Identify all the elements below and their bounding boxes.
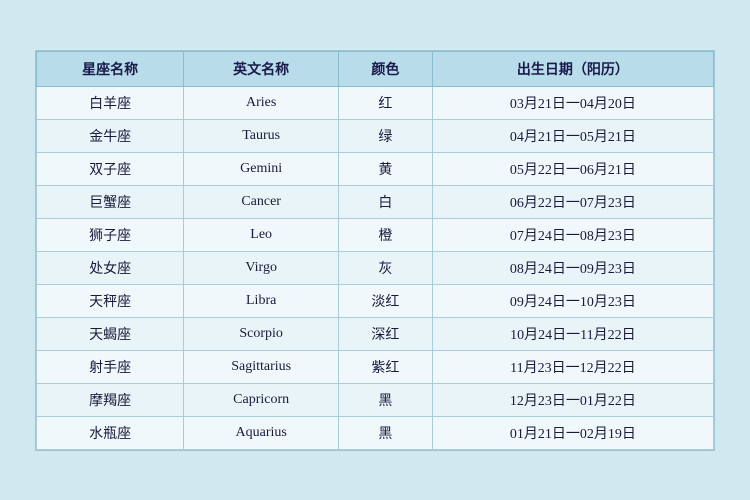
cell-2-1: Gemini [184,152,339,185]
cell-0-3: 03月21日一04月20日 [432,86,713,119]
cell-5-3: 08月24日一09月23日 [432,251,713,284]
cell-2-0: 双子座 [37,152,184,185]
zodiac-table-container: 星座名称 英文名称 颜色 出生日期（阳历） 白羊座Aries红03月21日一04… [35,50,715,451]
cell-0-2: 红 [339,86,433,119]
cell-8-2: 紫红 [339,350,433,383]
cell-7-0: 天蝎座 [37,317,184,350]
cell-8-1: Sagittarius [184,350,339,383]
cell-7-3: 10月24日一11月22日 [432,317,713,350]
cell-10-3: 01月21日一02月19日 [432,416,713,449]
cell-0-1: Aries [184,86,339,119]
cell-10-0: 水瓶座 [37,416,184,449]
zodiac-table: 星座名称 英文名称 颜色 出生日期（阳历） 白羊座Aries红03月21日一04… [36,51,714,450]
cell-7-2: 深红 [339,317,433,350]
cell-3-0: 巨蟹座 [37,185,184,218]
cell-8-0: 射手座 [37,350,184,383]
cell-3-2: 白 [339,185,433,218]
cell-2-2: 黄 [339,152,433,185]
cell-5-2: 灰 [339,251,433,284]
table-row: 射手座Sagittarius紫红11月23日一12月22日 [37,350,714,383]
table-row: 双子座Gemini黄05月22日一06月21日 [37,152,714,185]
table-row: 处女座Virgo灰08月24日一09月23日 [37,251,714,284]
cell-9-0: 摩羯座 [37,383,184,416]
header-chinese-name: 星座名称 [37,51,184,86]
cell-7-1: Scorpio [184,317,339,350]
cell-9-1: Capricorn [184,383,339,416]
cell-10-2: 黑 [339,416,433,449]
cell-5-0: 处女座 [37,251,184,284]
cell-2-3: 05月22日一06月21日 [432,152,713,185]
header-english-name: 英文名称 [184,51,339,86]
cell-9-3: 12月23日一01月22日 [432,383,713,416]
cell-1-0: 金牛座 [37,119,184,152]
table-row: 白羊座Aries红03月21日一04月20日 [37,86,714,119]
cell-3-3: 06月22日一07月23日 [432,185,713,218]
cell-9-2: 黑 [339,383,433,416]
cell-8-3: 11月23日一12月22日 [432,350,713,383]
cell-6-1: Libra [184,284,339,317]
header-color: 颜色 [339,51,433,86]
cell-3-1: Cancer [184,185,339,218]
table-row: 金牛座Taurus绿04月21日一05月21日 [37,119,714,152]
cell-1-1: Taurus [184,119,339,152]
cell-4-3: 07月24日一08月23日 [432,218,713,251]
cell-0-0: 白羊座 [37,86,184,119]
cell-6-2: 淡红 [339,284,433,317]
table-header-row: 星座名称 英文名称 颜色 出生日期（阳历） [37,51,714,86]
header-dates: 出生日期（阳历） [432,51,713,86]
table-row: 摩羯座Capricorn黑12月23日一01月22日 [37,383,714,416]
cell-4-2: 橙 [339,218,433,251]
table-row: 天蝎座Scorpio深红10月24日一11月22日 [37,317,714,350]
table-row: 天秤座Libra淡红09月24日一10月23日 [37,284,714,317]
cell-4-1: Leo [184,218,339,251]
cell-4-0: 狮子座 [37,218,184,251]
cell-6-3: 09月24日一10月23日 [432,284,713,317]
cell-1-2: 绿 [339,119,433,152]
table-row: 巨蟹座Cancer白06月22日一07月23日 [37,185,714,218]
table-row: 水瓶座Aquarius黑01月21日一02月19日 [37,416,714,449]
cell-1-3: 04月21日一05月21日 [432,119,713,152]
table-row: 狮子座Leo橙07月24日一08月23日 [37,218,714,251]
cell-5-1: Virgo [184,251,339,284]
cell-10-1: Aquarius [184,416,339,449]
cell-6-0: 天秤座 [37,284,184,317]
